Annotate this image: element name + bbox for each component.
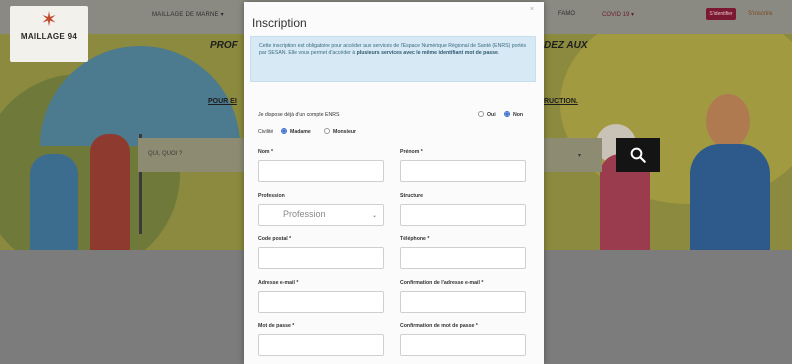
enrs-yes-radio[interactable] (478, 111, 484, 117)
prenom-field[interactable] (400, 160, 526, 182)
email-confirm-field[interactable] (400, 291, 526, 313)
profession-select-value: Profession (283, 209, 326, 219)
search-icon (630, 147, 646, 163)
info-text-end: . (497, 50, 500, 57)
search-placeholder: QUI, QUOI ? (148, 151, 183, 157)
profession-label: Profession (258, 193, 285, 199)
civility-madame-label: Madame (290, 129, 311, 135)
hero-link-right[interactable]: RUCTION. (544, 98, 578, 105)
signup-link[interactable]: S'inscrire (748, 11, 772, 17)
person-head-illustration (706, 94, 750, 148)
identify-button[interactable]: S'identifier (706, 8, 736, 20)
nom-field[interactable] (258, 160, 384, 182)
signup-modal: Inscription × Cette inscription est obli… (244, 2, 544, 364)
hero-link-left[interactable]: POUR EI (208, 98, 237, 105)
enrs-no-radio[interactable] (504, 111, 510, 117)
info-text-bold: plusieurs services avec le même identifi… (356, 50, 498, 57)
enrs-question-label: Je dispose déjà d'un compte ENRS (258, 112, 340, 118)
nom-label: Nom * (258, 149, 273, 155)
telephone-field[interactable] (400, 247, 526, 269)
civility-monsieur-label: Monsieur (333, 129, 357, 135)
password-confirm-field[interactable] (400, 334, 526, 356)
nav-item-covid[interactable]: COVID 19 ▾ (602, 11, 634, 18)
code-postal-label: Code postal * (258, 236, 292, 242)
logo-text: MAILLAGE 94 (20, 32, 78, 41)
enrs-yes-label: Oui (487, 112, 496, 118)
hero-headline-right: DEZ AUX (544, 40, 588, 51)
category-select[interactable] (540, 138, 602, 172)
person-illustration (690, 144, 770, 250)
hero-headline-left: PROF (210, 40, 238, 51)
civility-madame-radio[interactable] (281, 128, 287, 134)
prenom-label: Prénom * (400, 149, 423, 155)
person-illustration (90, 134, 130, 250)
telephone-label: Téléphone * (400, 236, 430, 242)
civility-monsieur-radio[interactable] (324, 128, 330, 134)
email-label: Adresse e-mail * (258, 280, 299, 286)
password-label: Mot de passe * (258, 323, 295, 329)
email-field[interactable] (258, 291, 384, 313)
password-confirm-label: Confirmation de mot de passe * (400, 323, 478, 329)
info-message: Cette inscription est obligatoire pour a… (250, 36, 536, 82)
site-logo[interactable]: ✶ MAILLAGE 94 (10, 6, 88, 62)
chevron-down-icon: ▾ (578, 153, 582, 159)
person-illustration (30, 154, 78, 250)
structure-field[interactable] (400, 204, 526, 226)
nav-item-famo[interactable]: FAMO (558, 11, 575, 17)
civility-label: Civilité (258, 129, 274, 135)
close-icon[interactable]: × (530, 6, 534, 13)
profession-select[interactable]: Profession ⌄ (258, 204, 384, 226)
structure-label: Structure (400, 193, 424, 199)
logo-star-icon: ✶ (40, 7, 58, 31)
chevron-down-icon: ⌄ (371, 213, 377, 219)
nav-item-maillage[interactable]: MAILLAGE DE MARNE ▾ (152, 11, 224, 18)
search-button[interactable] (616, 138, 660, 172)
modal-title: Inscription (252, 16, 307, 30)
enrs-no-label: Non (513, 112, 524, 118)
code-postal-field[interactable] (258, 247, 384, 269)
password-field[interactable] (258, 334, 384, 356)
email-confirm-label: Confirmation de l'adresse e-mail * (400, 280, 484, 286)
